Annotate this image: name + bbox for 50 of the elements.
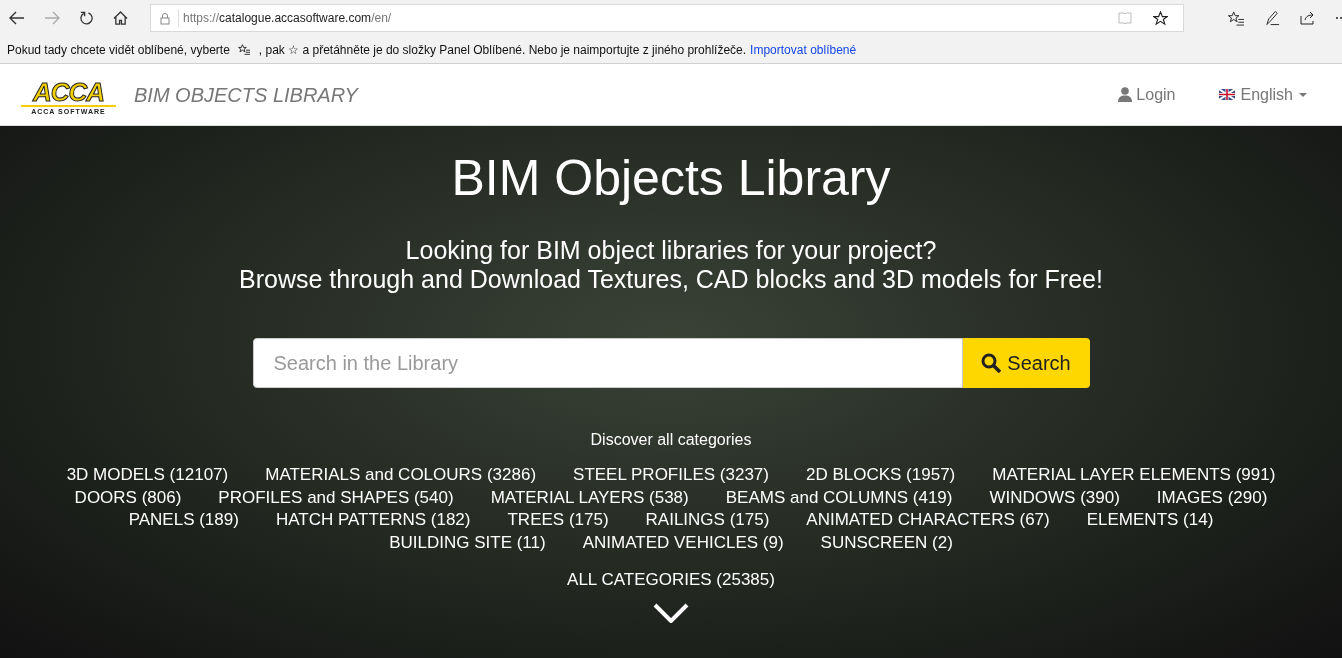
back-icon[interactable] <box>9 11 25 25</box>
category-link[interactable]: PANELS (189) <box>128 509 239 532</box>
category-link[interactable]: ANIMATED VEHICLES (9) <box>582 531 784 554</box>
import-favorites-link[interactable]: Importovat oblíbené <box>750 40 857 59</box>
all-categories-link[interactable]: ALL CATEGORIES (25385) <box>567 567 775 593</box>
favorites-hint: Pokud tady chcete vidět oblíbené, vyberte <box>7 41 230 59</box>
favorites-list-icon <box>237 44 251 55</box>
lock-icon <box>160 11 170 25</box>
favorites-list-icon[interactable] <box>1228 10 1245 26</box>
category-link[interactable]: SUNSCREEN (2) <box>820 531 953 554</box>
category-link[interactable]: BEAMS and COLUMNS (419) <box>725 486 953 509</box>
category-link[interactable]: PROFILES and SHAPES (540) <box>218 486 454 509</box>
url-text: https://catalogue.accasoftware.com/en/ <box>183 10 392 27</box>
search-icon <box>981 353 1002 373</box>
category-link[interactable]: ANIMATED CHARACTERS (67) <box>806 509 1050 532</box>
category-link[interactable]: DOORS (806) <box>74 486 182 509</box>
hero-subtitle: Browse through and Download Textures, CAD blocks and 3D models for Free! <box>239 265 1103 294</box>
address-bar[interactable]: https://catalogue.accasoftware.com/en/ <box>150 4 1184 32</box>
pen-icon[interactable] <box>1265 10 1280 26</box>
category-link[interactable]: MATERIAL LAYERS (538) <box>490 486 689 509</box>
share-icon[interactable] <box>1300 11 1316 25</box>
categories-heading: Discover all categories <box>590 430 752 450</box>
refresh-icon[interactable] <box>79 10 94 26</box>
hero-title: BIM Objects Library <box>451 149 891 208</box>
category-link[interactable]: 3D MODELS (12107) <box>66 464 229 487</box>
category-link[interactable]: 2D BLOCKS (1957) <box>805 464 956 487</box>
caret-icon <box>1299 92 1307 97</box>
category-link[interactable]: STEEL PROFILES (3237) <box>573 464 769 487</box>
category-link[interactable]: MATERIALS and COLOURS (3286) <box>265 464 537 487</box>
category-link[interactable]: MATERIAL LAYER ELEMENTS (991) <box>992 464 1276 487</box>
category-link[interactable]: ELEMENTS (14) <box>1086 509 1214 532</box>
search-button[interactable]: Search <box>962 338 1090 388</box>
category-link[interactable]: IMAGES (290) <box>1156 486 1268 509</box>
home-icon[interactable] <box>113 11 128 25</box>
chevron-down-icon[interactable] <box>653 602 689 623</box>
hero-subtitle: Looking for BIM object libraries for your project? <box>405 236 937 265</box>
login-link[interactable]: Login <box>1118 82 1176 107</box>
category-link[interactable]: WINDOWS (390) <box>989 486 1120 509</box>
category-link[interactable]: BUILDING SITE (11) <box>389 531 546 554</box>
more-icon[interactable] <box>1336 16 1342 20</box>
site-title[interactable]: BIM OBJECTS LIBRARY <box>134 79 358 110</box>
flag-icon <box>1218 89 1235 100</box>
category-link[interactable]: RAILINGS (175) <box>645 509 770 532</box>
star-icon[interactable] <box>1153 10 1168 26</box>
favorites-hint: , pak ☆ a přetáhněte je do složky Panel Oblíbené. Nebo je naimportujte z jiného prohlížeče. <box>258 41 747 59</box>
language-dropdown[interactable]: English <box>1218 82 1307 107</box>
category-link[interactable]: HATCH PATTERNS (182) <box>275 509 471 532</box>
search-field[interactable]: Search in the Library <box>252 338 963 388</box>
user-icon <box>1118 87 1133 102</box>
category-link[interactable]: TREES (175) <box>507 509 609 532</box>
